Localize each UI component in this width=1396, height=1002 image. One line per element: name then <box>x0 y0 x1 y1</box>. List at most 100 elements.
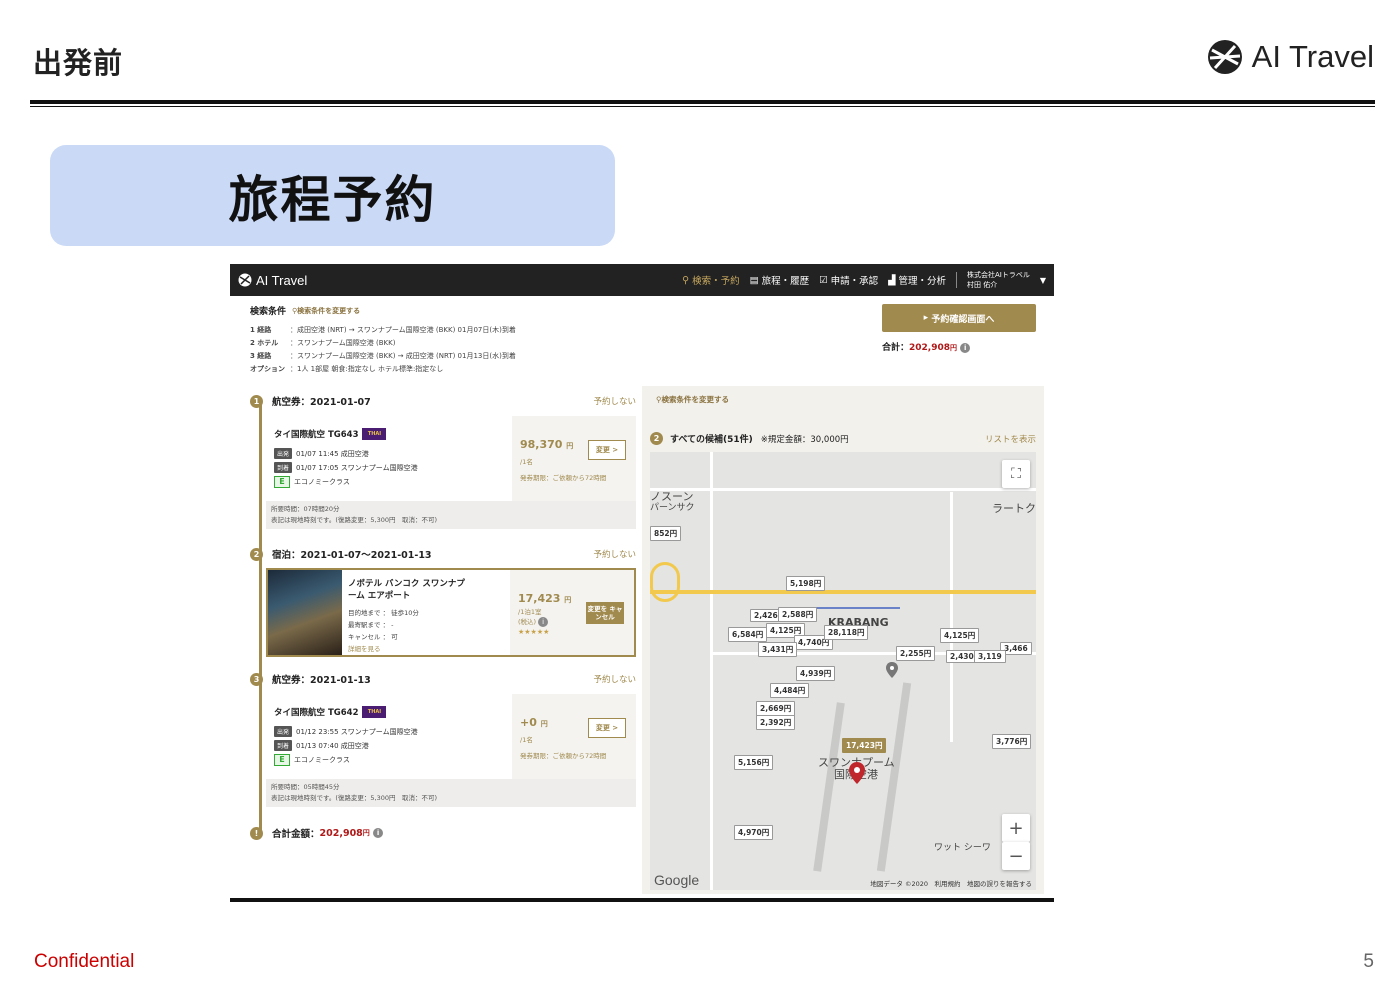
step-number: 1 <box>250 394 263 408</box>
hotel-price-pin[interactable]: 2,588円 <box>778 607 818 622</box>
flight-price: +0 円 <box>520 716 548 729</box>
confirm-booking-button[interactable]: ▸ 予約確認画面へ <box>882 304 1036 332</box>
brand-logo: AI Travel <box>1206 38 1374 76</box>
map-attribution[interactable]: 地図データ ©2020 利用規約 地図の誤りを報告する <box>870 878 1032 888</box>
map-change-label: 検索条件を変更する <box>661 395 730 404</box>
section-banner: 旅程予約 <box>50 145 615 246</box>
hotel-price-pin[interactable]: 2,255円 <box>896 646 936 661</box>
condition-row: 2 ホテル ：スワンナプーム国際空港 (BKK) <box>250 338 516 348</box>
fullscreen-icon[interactable]: ⛶ <box>1002 460 1030 488</box>
condition-value: ：スワンナプーム国際空港 (BKK) <box>290 339 396 347</box>
hotel-price-pin[interactable]: 2,392円 <box>756 715 796 730</box>
info-icon[interactable]: i <box>960 342 971 353</box>
hotel-price-pin[interactable]: 3,119 <box>974 650 1006 663</box>
hotel-distance-destination: 目的地まで ： 徒歩10分 <box>348 609 419 617</box>
standard-amount: ※規定金額：30,000円 <box>760 434 849 445</box>
nav-search[interactable]: ⚲ 検索・予約 <box>682 273 740 288</box>
flight-card-return: タイ国際航空 TG642 THAI 出発 01/12 23:55 スワンナプーム国際… <box>266 694 636 807</box>
zoom-out-icon[interactable]: − <box>1002 842 1030 870</box>
step-number: 2 <box>650 432 663 445</box>
hotel-price-pin[interactable]: 3,776円 <box>992 734 1032 749</box>
hotel-card[interactable]: ノボテル バンコク スワンナプーム エアポート 目的地まで ： 徒歩10分 最寄… <box>266 568 636 657</box>
user-menu[interactable]: 株式会社AIトラベル 村田 佑介 <box>967 270 1030 290</box>
condition-value: ：1人 1部屋 朝食:指定なし ホテル標準:指定なし <box>290 365 444 373</box>
hotel-price-pin[interactable]: 28,118円 <box>824 625 869 640</box>
hotel-price-pin[interactable]: 3,431円 <box>758 642 798 657</box>
app-header: AI Travel ⚲ 検索・予約 ▤ 旅程・履歴 ☑ 申請・承認 ▟ 管理・分析 株式… <box>230 264 1054 296</box>
skip-reservation-link[interactable]: 予約しない <box>593 395 636 407</box>
price-box: 98,370 円 /1名 発券期限：ご依頼から72時間 変更 > <box>512 416 636 501</box>
step-title: 航空券：2021-01-07 <box>272 397 371 408</box>
hotel-price-pin[interactable]: 852円 <box>650 526 682 541</box>
condition-key: 3 経路 <box>250 352 272 360</box>
change-flight-button[interactable]: 変更 > <box>588 440 626 460</box>
map-panel: ⚲検索条件を変更する 2 すべての候補(51件) ※規定金額：30,000円 リ… <box>642 386 1044 894</box>
hotel-price-pin[interactable]: 4,125円 <box>940 628 980 643</box>
hotel-price-pin[interactable]: 5,156円 <box>734 755 774 770</box>
info-icon[interactable]: i <box>538 617 549 627</box>
map-road <box>950 492 953 742</box>
flight-price: 98,370 円 <box>520 438 573 451</box>
step-hotel: 2 宿泊：2021-01-07〜2021-01-13 予約しない <box>250 547 636 561</box>
hotel-price-pin[interactable]: 4,484円 <box>770 683 810 698</box>
class-label: エコノミークラス <box>294 478 350 486</box>
hotel-price-pin[interactable]: 2,426 <box>750 609 782 622</box>
condition-key: オプション <box>250 365 285 373</box>
map-change-conditions-link[interactable]: ⚲検索条件を変更する <box>656 394 729 405</box>
search-conditions: 検索条件 ⚲検索条件を変更する 1 経路 ：成田空港 (NRT) → スワンナプー… <box>250 304 516 374</box>
map-place-label: ワット シーワ <box>934 843 991 853</box>
duration-note: 所要時間：07時間20分 <box>271 505 340 513</box>
hotel-price-pin[interactable]: 2,430 <box>946 650 978 663</box>
hotel-price-pin[interactable]: 2,669円 <box>756 701 796 716</box>
hotel-details-link[interactable]: 詳細を見る <box>348 643 381 653</box>
hotel-price-pin[interactable]: 4,939円 <box>796 666 836 681</box>
candidates-header: 2 すべての候補(51件) ※規定金額：30,000円 リストを表示 <box>650 432 1036 445</box>
hotel-price-pin[interactable]: 5,198円 <box>786 576 826 591</box>
confirm-booking-label: 予約確認画面へ <box>931 314 995 325</box>
document-icon: ▤ <box>749 274 759 286</box>
zoom-in-icon[interactable]: + <box>1002 814 1030 842</box>
hotel-map[interactable]: ノスーン パーンサク ラートク KRABANG スワンナプーム 国際空港 ワット… <box>650 452 1036 890</box>
search-icon: ⚲ <box>682 274 690 286</box>
price-unit: 円 <box>540 720 548 728</box>
grand-total-value: 202,908 <box>319 827 363 839</box>
change-conditions-label: 検索条件を変更する <box>297 306 361 315</box>
departure-tag: 出発 <box>274 448 293 459</box>
nav-search-label: 検索・予約 <box>692 276 740 287</box>
condition-row: 1 経路 ：成田空港 (NRT) → スワンナプーム国際空港 (BKK) 01月0… <box>250 325 516 335</box>
total-value: 202,908 <box>909 343 951 353</box>
skip-reservation-link[interactable]: 予約しない <box>593 548 636 560</box>
cancel-change-button[interactable]: 変更を キャンセル <box>586 602 624 624</box>
show-list-link[interactable]: リストを表示 <box>985 433 1036 445</box>
change-conditions-link[interactable]: ⚲検索条件を変更する <box>292 306 360 316</box>
selected-hotel-price-pin[interactable]: 17,423円 <box>842 738 887 753</box>
skip-reservation-link[interactable]: 予約しない <box>593 673 636 685</box>
app-logo[interactable]: AI Travel <box>238 273 307 288</box>
step-flight-outbound: 1 航空券：2021-01-07 予約しない <box>250 394 636 408</box>
airline-name: タイ国際航空 TG643 THAI <box>274 428 387 440</box>
ai-travel-logo-icon <box>1207 40 1242 74</box>
flight-card-outbound: タイ国際航空 TG643 THAI 出発 01/07 11:45 成田空港 到着 01… <box>266 416 636 529</box>
map-marker-icon[interactable] <box>849 762 865 784</box>
nav-analytics-label: 管理・分析 <box>898 276 946 287</box>
price-unit: 円 <box>564 596 572 604</box>
total-label: 合計： <box>882 343 910 353</box>
departure-row: 出発 01/07 11:45 成田空港 <box>274 448 369 459</box>
nav-analytics[interactable]: ▟ 管理・分析 <box>888 273 946 288</box>
caret-right-icon: ▸ <box>923 313 932 323</box>
price-value: +0 <box>520 716 537 729</box>
info-icon[interactable]: i <box>373 828 384 838</box>
nav-approval[interactable]: ☑ 申請・承認 <box>819 273 878 288</box>
hotel-price-pin[interactable]: 4,970円 <box>734 825 774 840</box>
price-box: +0 円 /1名 発券期限：ご依頼から72時間 変更 > <box>512 694 636 779</box>
change-flight-button[interactable]: 変更 > <box>588 718 626 738</box>
confidential-label: Confidential <box>34 951 135 972</box>
total-summary: 合計：202,908円 i <box>882 340 971 353</box>
candidate-count: すべての候補(51件) <box>670 435 753 445</box>
duration-note: 所要時間：05時間45分 <box>271 783 340 791</box>
hotel-price-pin[interactable]: 6,584円 <box>728 627 768 642</box>
slide-title: 出発前 <box>33 46 124 80</box>
chevron-down-icon[interactable]: ▼ <box>1040 276 1046 285</box>
nav-itinerary[interactable]: ▤ 旅程・履歴 <box>749 273 810 288</box>
exclamation-icon: ! <box>250 826 263 840</box>
